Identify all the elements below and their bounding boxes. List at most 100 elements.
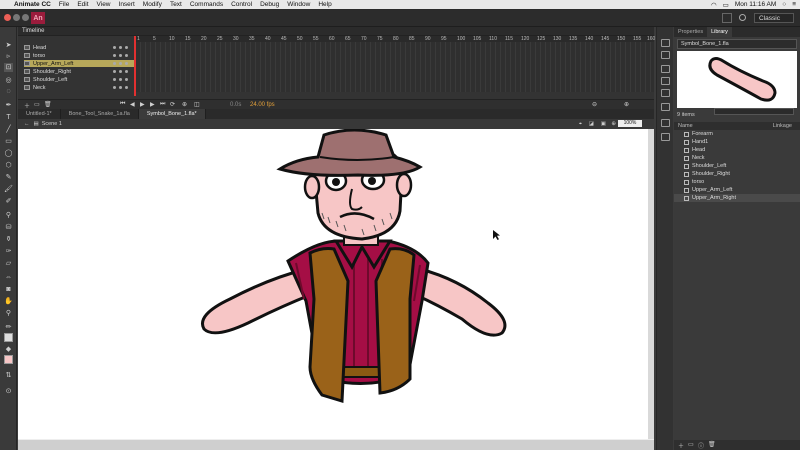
menu-edit[interactable]: Edit — [77, 1, 88, 8]
lasso-tool-icon[interactable]: ◌ — [4, 87, 13, 96]
delete-icon[interactable]: 🗑 — [708, 441, 716, 448]
vertical-scrollbar[interactable] — [648, 129, 654, 439]
transform-panel-icon[interactable] — [661, 89, 670, 97]
brush-tool-icon[interactable]: 🖌 — [4, 185, 13, 194]
layer-controls[interactable] — [113, 62, 128, 65]
stroke-color-icon[interactable]: ✏ — [4, 323, 13, 332]
layer-row-upper-arm-left[interactable]: Upper_Arm_Left — [24, 60, 134, 67]
library-item-head[interactable]: Head — [674, 146, 800, 154]
new-symbol-icon[interactable]: ＋ — [678, 441, 684, 450]
text-tool-icon[interactable]: T — [4, 113, 13, 122]
wifi-icon[interactable]: ◠ — [711, 1, 717, 9]
layer-row-neck[interactable]: Neck — [24, 84, 134, 91]
properties-icon[interactable]: ⓘ — [698, 441, 704, 450]
spotlight-icon[interactable]: ○ — [782, 1, 786, 8]
free-transform-tool-icon[interactable]: ⊡ — [4, 63, 13, 72]
layer-row-shoulder-left[interactable]: Shoulder_Left — [24, 76, 134, 83]
workspace-sync-icon[interactable] — [722, 13, 732, 23]
linkage-column-header[interactable]: Linkage — [773, 123, 792, 129]
battery-icon[interactable]: ▭ — [723, 1, 729, 9]
edit-scene-icon[interactable]: ⌖ — [579, 121, 582, 128]
color-panel-icon[interactable] — [661, 39, 670, 47]
play-icon[interactable]: ▶ — [140, 101, 145, 108]
oval-tool-icon[interactable]: ◯ — [4, 149, 13, 158]
ink-bottle-tool-icon[interactable]: ⚱ — [4, 235, 13, 244]
layer-controls[interactable] — [113, 78, 128, 81]
subselection-tool-icon[interactable]: ▹ — [4, 52, 13, 61]
fill-color-swatch[interactable] — [4, 355, 13, 364]
close-window-button[interactable] — [4, 14, 11, 21]
hat[interactable] — [276, 128, 423, 177]
pasteboard[interactable] — [18, 128, 654, 450]
onion-skin-icon[interactable]: ◫ — [194, 101, 200, 108]
menu-debug[interactable]: Debug — [260, 1, 279, 8]
layer-controls[interactable] — [113, 46, 128, 49]
menu-file[interactable]: File — [59, 1, 69, 8]
go-to-last-frame-icon[interactable]: ⏭ — [160, 101, 165, 108]
zoom-out-timeline-icon[interactable]: ⊖ — [592, 101, 597, 108]
step-forward-icon[interactable]: ▶ — [150, 101, 155, 108]
paint-bucket-tool-icon[interactable]: ⛁ — [4, 223, 13, 232]
paint-brush-tool-icon[interactable]: ✐ — [4, 197, 13, 206]
library-item-shoulder-right[interactable]: Shoulder_Right — [674, 170, 800, 178]
step-back-icon[interactable]: ◀ — [130, 101, 135, 108]
menu-help[interactable]: Help — [318, 1, 331, 8]
layer-controls[interactable] — [113, 70, 128, 73]
library-item-upper-arm-left[interactable]: Upper_Arm_Left — [674, 186, 800, 194]
go-to-first-frame-icon[interactable]: ⏮ — [120, 101, 125, 108]
app-menu[interactable]: Animate CC — [14, 1, 51, 8]
fps-readout[interactable]: 24.00 fps — [250, 102, 275, 108]
menu-modify[interactable]: Modify — [143, 1, 162, 8]
center-frame-icon[interactable]: ⊕ — [182, 101, 187, 108]
character-drawing[interactable] — [18, 128, 654, 439]
back-arrow-icon[interactable]: ← — [24, 121, 30, 127]
library-item-neck[interactable]: Neck — [674, 154, 800, 162]
menu-window[interactable]: Window — [287, 1, 310, 8]
swap-colors-icon[interactable]: ⇅ — [4, 371, 13, 380]
layer-row-shoulder-right[interactable]: Shoulder_Right — [24, 68, 134, 75]
selection-tool-icon[interactable]: ➤ — [4, 41, 13, 50]
eyedropper-tool-icon[interactable]: ✑ — [4, 247, 13, 256]
components-panel-icon[interactable] — [661, 103, 670, 111]
camera-tool-icon[interactable]: ◙ — [4, 285, 13, 294]
new-folder-icon[interactable]: ▭ — [34, 101, 40, 108]
tab-library[interactable]: Library — [707, 27, 732, 37]
scene-label[interactable]: Scene 1 — [42, 121, 62, 127]
snap-to-objects-icon[interactable]: ⊙ — [4, 387, 13, 396]
left-arm[interactable] — [201, 267, 312, 335]
fill-color-icon[interactable]: ◆ — [4, 345, 13, 354]
zoom-tool-icon[interactable]: ⚲ — [4, 309, 13, 318]
name-column-header[interactable]: Name — [678, 123, 693, 129]
library-item-upper-arm-right[interactable]: Upper_Arm_Right — [674, 194, 800, 202]
vest-right[interactable] — [374, 247, 416, 395]
tab-symbol-bone[interactable]: Symbol_Bone_1.fla* — [138, 109, 206, 119]
pen-tool-icon[interactable]: ✒ — [4, 101, 13, 110]
rectangle-tool-icon[interactable]: ▭ — [4, 137, 13, 146]
zoom-select[interactable]: 100% — [618, 120, 642, 127]
loop-icon[interactable]: ⟳ — [170, 101, 175, 108]
new-folder-icon[interactable]: ▭ — [688, 441, 694, 448]
menu-insert[interactable]: Insert — [119, 1, 135, 8]
workspace-select[interactable]: Classic — [754, 13, 794, 23]
library-item-hand1[interactable]: Hand1 — [674, 138, 800, 146]
frame-grid[interactable] — [136, 42, 654, 92]
minimize-window-button[interactable] — [13, 14, 20, 21]
horizontal-scrollbar[interactable] — [18, 440, 654, 450]
layer-controls[interactable] — [113, 54, 128, 57]
library-item-forearm[interactable]: Forearm — [674, 130, 800, 138]
list-icon[interactable]: ≡ — [792, 1, 796, 8]
delete-layer-icon[interactable]: 🗑 — [44, 101, 52, 108]
zoom-in-timeline-icon[interactable]: ⊕ — [624, 101, 629, 108]
polystar-tool-icon[interactable]: ⬡ — [4, 161, 13, 170]
library-item-shoulder-left[interactable]: Shoulder_Left — [674, 162, 800, 170]
info-panel-icon[interactable] — [661, 77, 670, 85]
vest-left[interactable] — [308, 247, 350, 403]
align-panel-icon[interactable] — [661, 65, 670, 73]
right-arm[interactable] — [414, 267, 507, 337]
line-tool-icon[interactable]: ╱ — [4, 125, 13, 134]
hand-tool-icon[interactable]: ✋ — [4, 297, 13, 306]
3d-rotation-tool-icon[interactable]: ◎ — [4, 76, 13, 85]
menu-text[interactable]: Text — [170, 1, 182, 8]
clock[interactable]: Mon 11:16 AM — [735, 1, 776, 8]
eraser-tool-icon[interactable]: ▱ — [4, 259, 13, 268]
